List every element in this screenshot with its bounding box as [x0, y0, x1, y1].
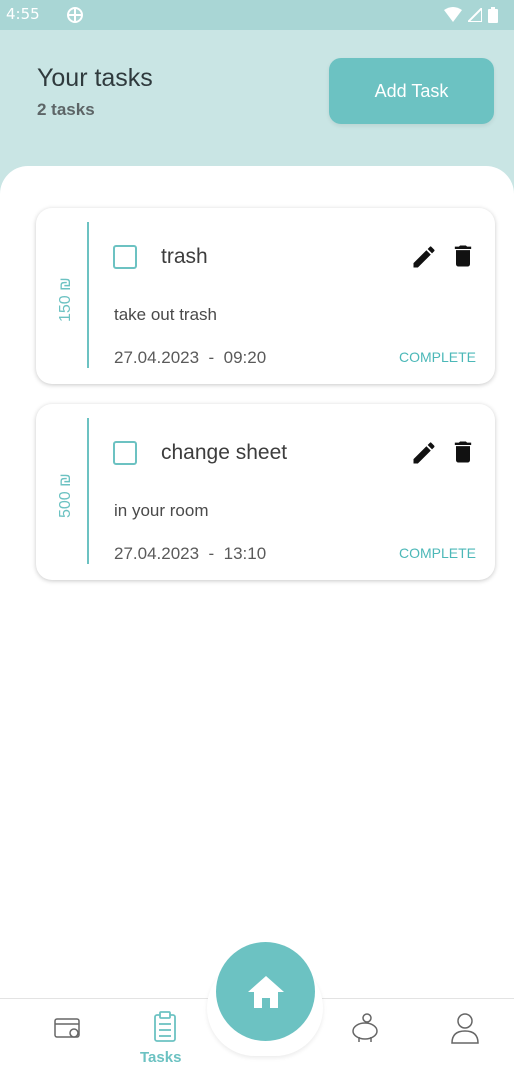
status-bar: 4:55 [0, 0, 514, 30]
price-label: 150 ₪ [57, 277, 74, 322]
delete-icon[interactable] [449, 241, 477, 271]
task-description: take out trash [114, 305, 218, 324]
edit-icon[interactable] [410, 439, 438, 467]
nav-tasks-label: Tasks [140, 1049, 182, 1066]
complete-button[interactable]: COMPLETE [399, 349, 476, 365]
profile-icon [451, 1013, 479, 1044]
nav-savings[interactable] [345, 1009, 385, 1049]
nav-profile[interactable] [445, 1009, 485, 1049]
nav-tasks[interactable] [145, 1009, 185, 1049]
task-description: in your room [114, 501, 209, 520]
wifi-icon [444, 7, 462, 22]
task-checkbox[interactable] [113, 245, 137, 269]
vpn-globe-icon [67, 7, 83, 23]
home-button[interactable] [216, 942, 315, 1041]
card-divider [87, 222, 89, 368]
task-card: 500 ₪ change sheet in your room 27.04.20… [36, 404, 495, 580]
task-card: 150 ₪ trash take out trash 27.04.2023 - … [36, 208, 495, 384]
nav-payments[interactable] [47, 1009, 87, 1049]
battery-icon [488, 7, 498, 23]
status-icons [444, 6, 498, 24]
complete-button[interactable]: COMPLETE [399, 545, 476, 561]
home-icon [247, 975, 284, 1008]
price-label: 500 ₪ [57, 473, 74, 518]
status-time: 4:55 [6, 5, 40, 23]
task-checkbox[interactable] [113, 441, 137, 465]
piggy-bank-icon [352, 1013, 378, 1042]
task-title: change sheet [161, 441, 288, 464]
add-task-button[interactable]: Add Task [329, 58, 494, 124]
task-datetime: 27.04.2023 - 09:20 [114, 348, 267, 367]
edit-icon[interactable] [410, 243, 438, 271]
task-count: 2 tasks [37, 100, 95, 119]
signal-icon [468, 8, 482, 22]
page-title: Your tasks [37, 64, 153, 92]
card-divider [87, 418, 89, 564]
clipboard-icon [154, 1011, 176, 1042]
task-title: trash [161, 245, 208, 268]
task-datetime: 27.04.2023 - 13:10 [114, 544, 267, 563]
delete-icon[interactable] [449, 437, 477, 467]
wallet-icon [54, 1018, 80, 1038]
